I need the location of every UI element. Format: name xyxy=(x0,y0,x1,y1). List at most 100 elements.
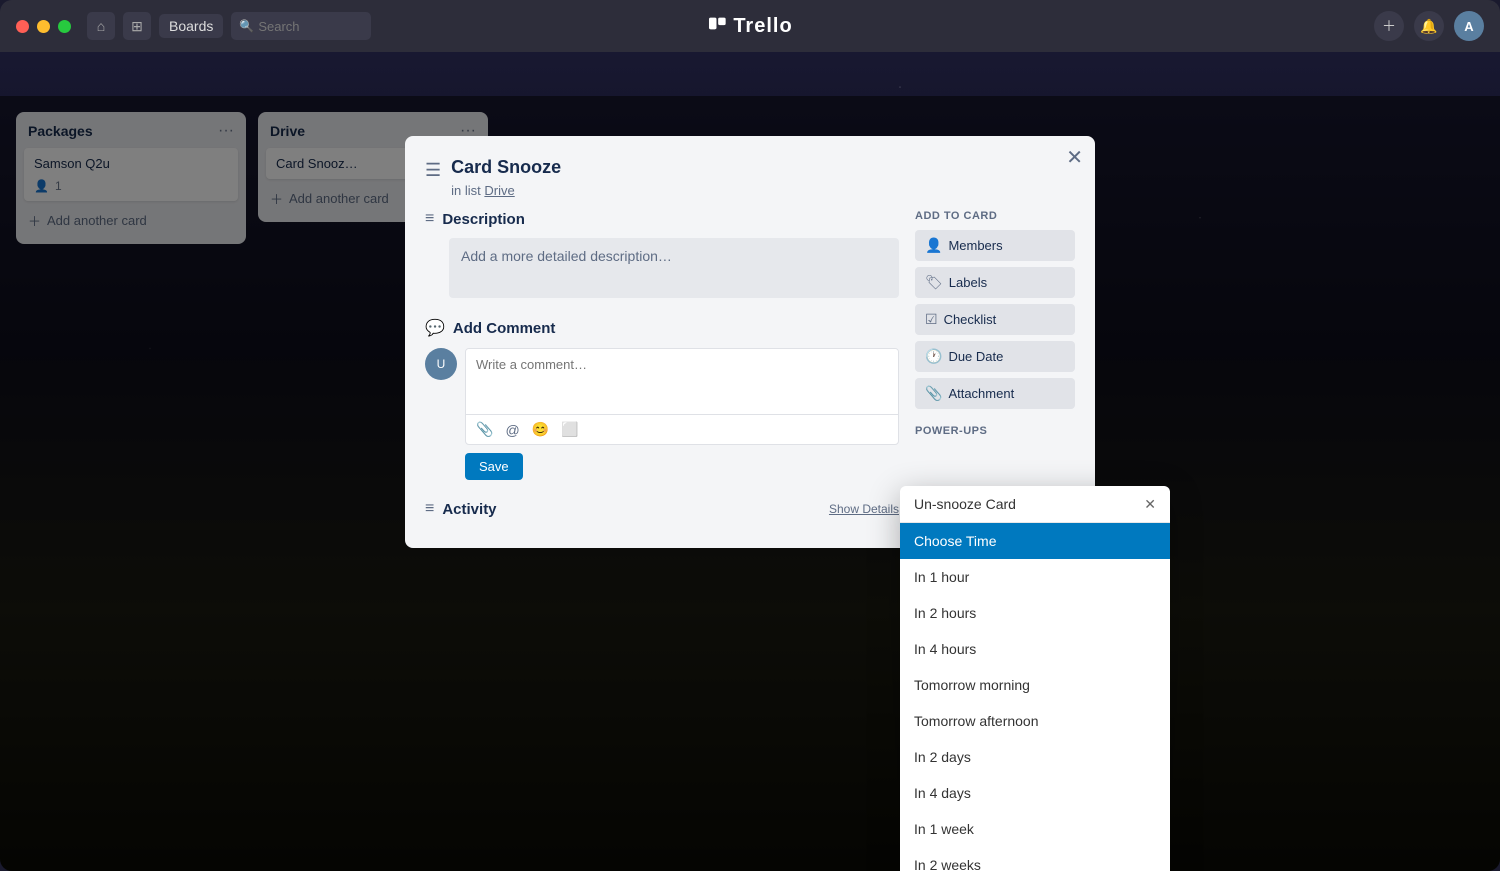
snooze-option-label-4: Tomorrow morning xyxy=(914,677,1030,693)
window-frame: ⌂ ⊞ Boards 🔍 Trello ＋ 🔔 A Trello Power-U… xyxy=(0,0,1500,871)
members-button[interactable]: 👤 Members xyxy=(915,230,1075,261)
modal-body: ≡ Description Add a more detailed descri… xyxy=(425,210,1075,528)
snooze-option-1w[interactable]: In 1 week xyxy=(900,811,1170,847)
activity-section: ≡ Activity Show Details xyxy=(425,500,899,518)
snooze-option-4h[interactable]: In 4 hours xyxy=(900,631,1170,667)
fullscreen-button[interactable] xyxy=(58,20,71,33)
snooze-option-label-5: Tomorrow afternoon xyxy=(914,713,1039,729)
search-icon: 🔍 xyxy=(239,19,254,33)
label-icon: 🏷 xyxy=(925,274,943,291)
mention-icon[interactable]: @ xyxy=(503,420,521,440)
title-bar-right: ＋ 🔔 A xyxy=(1374,11,1484,41)
activity-header-left: ≡ Activity xyxy=(425,500,497,518)
search-input[interactable] xyxy=(258,19,363,34)
snooze-option-label-1: In 1 hour xyxy=(914,569,969,585)
comment-section: 💬 Add Comment U 📎 @ � xyxy=(425,318,899,480)
comment-box: 📎 @ 😊 ⬜ xyxy=(465,348,899,445)
snooze-option-label-9: In 2 weeks xyxy=(914,857,981,871)
checklist-icon: ☑ xyxy=(925,311,938,328)
power-ups-title: POWER-UPS xyxy=(915,425,1075,437)
description-box[interactable]: Add a more detailed description… xyxy=(449,238,899,298)
snooze-close-button[interactable]: ✕ xyxy=(1144,497,1156,511)
boards-icon[interactable]: ⊞ xyxy=(123,12,151,40)
description-header: ≡ Description xyxy=(425,210,899,228)
snooze-option-2h[interactable]: In 2 hours xyxy=(900,595,1170,631)
snooze-option-label-6: In 2 days xyxy=(914,749,971,765)
power-ups-section: POWER-UPS xyxy=(915,425,1075,437)
due-date-label: Due Date xyxy=(948,349,1003,364)
minimize-button[interactable] xyxy=(37,20,50,33)
activity-header: ≡ Activity Show Details xyxy=(425,500,899,518)
add-to-card-title: ADD TO CARD xyxy=(915,210,1075,222)
modal-close-button[interactable]: ✕ xyxy=(1066,148,1083,168)
snooze-option-2w[interactable]: In 2 weeks xyxy=(900,847,1170,871)
snooze-header: Un-snooze Card ✕ xyxy=(900,486,1170,523)
snooze-option-4d[interactable]: In 4 days xyxy=(900,775,1170,811)
show-details-button[interactable]: Show Details xyxy=(829,502,899,516)
comment-input-area: U 📎 @ 😊 ⬜ xyxy=(425,348,899,445)
comment-textarea[interactable] xyxy=(466,349,898,409)
snooze-option-label-2: In 2 hours xyxy=(914,605,976,621)
nav-icons: ⌂ ⊞ xyxy=(87,12,151,40)
notification-bell-icon[interactable]: 🔔 xyxy=(1414,11,1444,41)
format-icon[interactable]: ⬜ xyxy=(559,419,580,440)
labels-button[interactable]: 🏷 Labels xyxy=(915,267,1075,298)
logo-text: Trello xyxy=(733,15,792,38)
avatar[interactable]: A xyxy=(1454,11,1484,41)
clock-icon: 🕐 xyxy=(925,348,942,365)
modal-title: Card Snooze xyxy=(451,156,1045,179)
snooze-option-1h[interactable]: In 1 hour xyxy=(900,559,1170,595)
modal-main: ≡ Description Add a more detailed descri… xyxy=(425,210,899,528)
traffic-lights xyxy=(16,20,71,33)
trello-logo: Trello xyxy=(707,15,792,38)
comment-toolbar: 📎 @ 😊 ⬜ xyxy=(466,414,898,444)
home-icon[interactable]: ⌂ xyxy=(87,12,115,40)
save-comment-button[interactable]: Save xyxy=(465,453,523,480)
attachment-icon: 📎 xyxy=(925,385,942,402)
card-icon: ☰ xyxy=(425,160,441,181)
snooze-option-choose-time[interactable]: Choose Time xyxy=(900,523,1170,559)
labels-label: Labels xyxy=(949,275,987,290)
modal-subtitle: in list Drive xyxy=(451,183,1045,198)
add-button[interactable]: ＋ xyxy=(1374,11,1404,41)
comment-avatar: U xyxy=(425,348,457,380)
description-title: Description xyxy=(442,211,525,228)
snooze-option-2d[interactable]: In 2 days xyxy=(900,739,1170,775)
modal-overlay[interactable]: ✕ ☰ Card Snooze in list Drive xyxy=(0,96,1500,871)
modal-sidebar: ADD TO CARD 👤 Members 🏷 Labels ☑ Checkli… xyxy=(915,210,1075,528)
snooze-option-label-7: In 4 days xyxy=(914,785,971,801)
snooze-dropdown: Un-snooze Card ✕ Choose Time In 1 hour I… xyxy=(900,486,1170,871)
activity-icon: ≡ xyxy=(425,500,434,518)
boards-button[interactable]: Boards xyxy=(159,14,223,38)
due-date-button[interactable]: 🕐 Due Date xyxy=(915,341,1075,372)
snooze-title: Un-snooze Card xyxy=(914,496,1016,512)
modal-header: ☰ Card Snooze in list Drive xyxy=(425,156,1075,198)
comment-header: 💬 Add Comment xyxy=(425,318,899,338)
snooze-option-label-0: Choose Time xyxy=(914,533,996,549)
close-button[interactable] xyxy=(16,20,29,33)
list-link[interactable]: Drive xyxy=(484,183,514,198)
checklist-button[interactable]: ☑ Checklist xyxy=(915,304,1075,335)
comment-icon: 💬 xyxy=(425,318,445,338)
boards-label: Boards xyxy=(169,18,213,34)
checklist-label: Checklist xyxy=(944,312,997,327)
modal-header-content: Card Snooze in list Drive xyxy=(451,156,1045,198)
snooze-option-tomorrow-afternoon[interactable]: Tomorrow afternoon xyxy=(900,703,1170,739)
description-icon: ≡ xyxy=(425,210,434,228)
snooze-option-tomorrow-morning[interactable]: Tomorrow morning xyxy=(900,667,1170,703)
emoji-icon[interactable]: 😊 xyxy=(530,419,551,440)
snooze-option-label-8: In 1 week xyxy=(914,821,974,837)
comment-title: Add Comment xyxy=(453,320,556,337)
attachment-button[interactable]: 📎 Attachment xyxy=(915,378,1075,409)
in-list-label: in list xyxy=(451,183,481,198)
attach-icon[interactable]: 📎 xyxy=(474,419,495,440)
description-placeholder: Add a more detailed description… xyxy=(461,248,672,264)
title-bar: ⌂ ⊞ Boards 🔍 Trello ＋ 🔔 A xyxy=(0,0,1500,52)
board-area: Packages ··· Samson Q2u 👤 1 ＋ Add anothe… xyxy=(0,96,1500,871)
snooze-option-label-3: In 4 hours xyxy=(914,641,976,657)
member-icon: 👤 xyxy=(925,237,942,254)
activity-title: Activity xyxy=(442,501,496,518)
search-bar: 🔍 xyxy=(231,12,371,40)
members-label: Members xyxy=(948,238,1002,253)
attachment-label: Attachment xyxy=(948,386,1014,401)
